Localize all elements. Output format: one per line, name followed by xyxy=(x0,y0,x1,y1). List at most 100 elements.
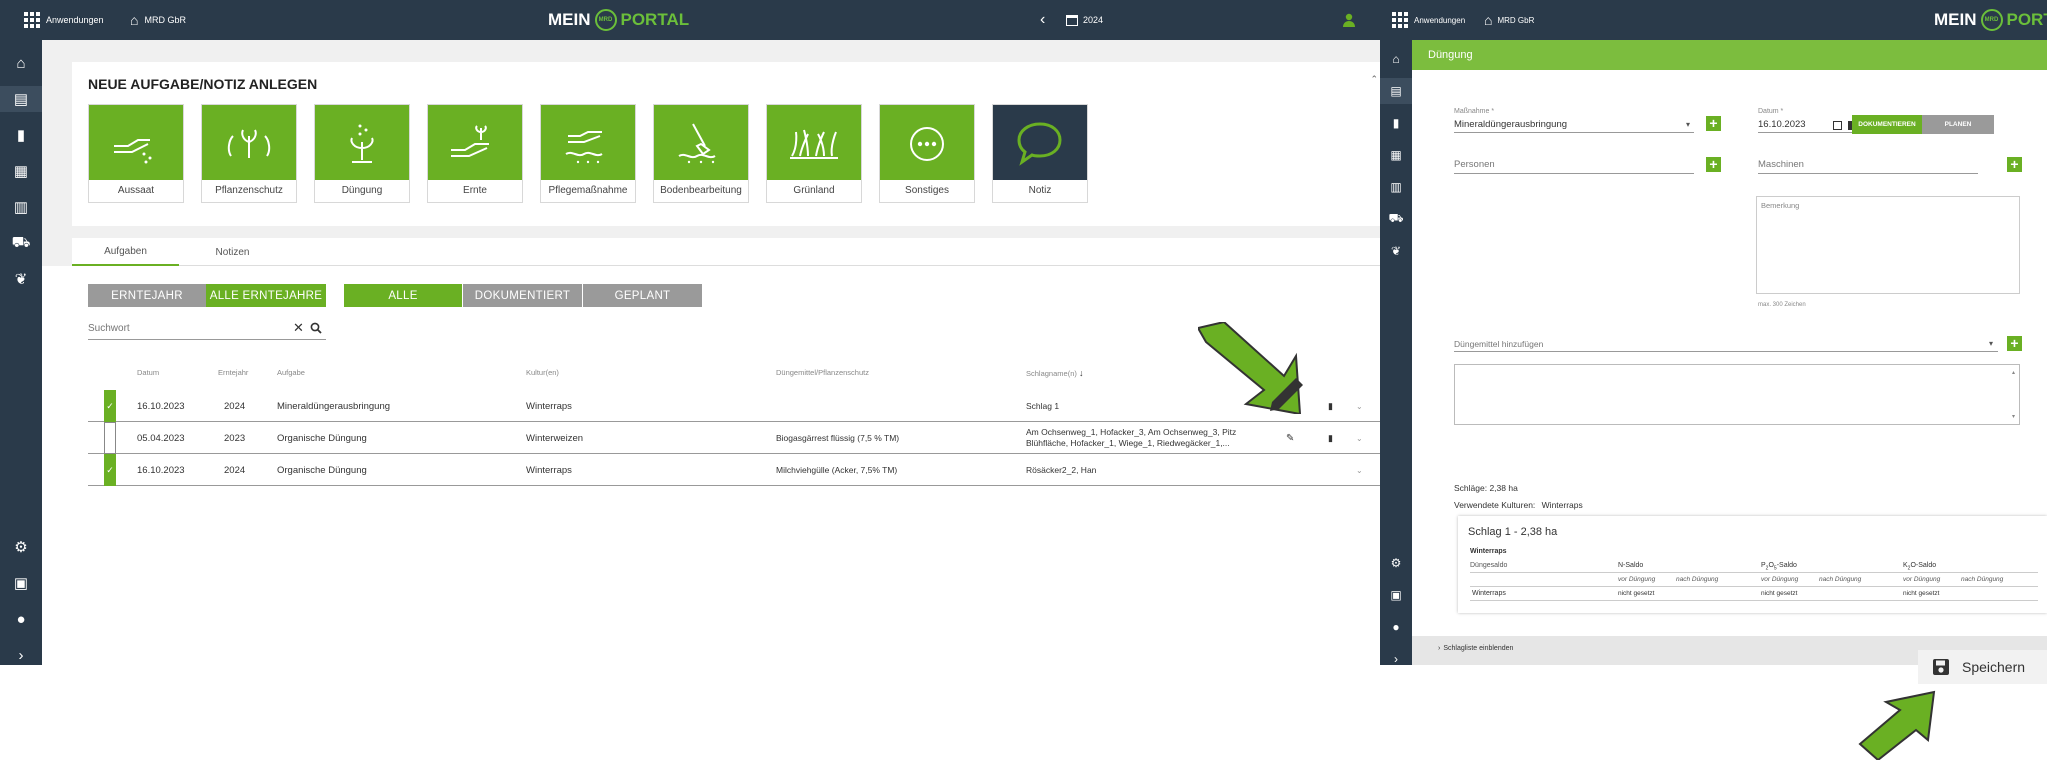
expand-row-chevron-icon[interactable]: ⌄ xyxy=(1356,390,1363,422)
search-field[interactable]: ✕ xyxy=(88,318,326,340)
home-icon[interactable]: ⌂ xyxy=(0,50,42,76)
search-input[interactable] xyxy=(88,318,278,339)
scroll-up-icon[interactable]: ▴ xyxy=(2012,369,2015,376)
add-machine-button[interactable]: + xyxy=(2007,157,2022,172)
tab-aufgaben[interactable]: Aufgaben xyxy=(72,238,179,266)
col-schlag[interactable]: Schlagname(n) ↓ xyxy=(1026,368,1083,378)
toggle-schlagliste[interactable]: › Schlagliste einblenden xyxy=(1438,645,1513,652)
help-icon[interactable]: ● xyxy=(0,606,42,632)
tile-bodenbearbeitung[interactable]: Bodenbearbeitung xyxy=(653,104,749,203)
filter-geplant[interactable]: GEPLANT xyxy=(583,284,702,307)
expand-row-chevron-icon[interactable]: ⌄ xyxy=(1356,454,1363,486)
tractor-icon[interactable]: ⛟ xyxy=(0,230,42,256)
table-row[interactable]: ✓ 16.10.2023 2024 Mineraldüngerausbringung W… xyxy=(88,390,1380,422)
duengemittel-select[interactable]: Düngemittel hinzufügen xyxy=(1454,339,1543,349)
tile-düngung[interactable]: Düngung xyxy=(314,104,410,203)
kulturen-value: Winterraps xyxy=(1541,500,1583,510)
dropdown-arrow-icon[interactable]: ▾ xyxy=(1686,120,1690,129)
maschinen-field[interactable]: Maschinen xyxy=(1758,159,1804,170)
help-icon[interactable]: ● xyxy=(1380,614,1412,640)
tasks-icon[interactable]: ▤ xyxy=(0,86,42,112)
filter-dokumentiert[interactable]: DOKUMENTIERT xyxy=(463,284,582,307)
add-massnahme-button[interactable]: + xyxy=(1706,116,1721,131)
chevron-right-icon: › xyxy=(1438,645,1441,652)
save-button[interactable]: Speichern xyxy=(1918,650,2047,684)
apps-menu-right[interactable]: Anwendungen xyxy=(1392,0,1465,40)
field-icon[interactable]: ▦ xyxy=(0,158,42,184)
col-aufgabe[interactable]: Aufgabe xyxy=(277,368,305,377)
tile-aussaat[interactable]: Aussaat xyxy=(88,104,184,203)
field-icon[interactable]: ▦ xyxy=(1380,142,1412,168)
planen-button[interactable]: PLANEN xyxy=(1922,115,1994,134)
tasks-icon[interactable]: ▤ xyxy=(1380,78,1412,104)
monitor-icon[interactable]: ▣ xyxy=(1380,582,1412,608)
col-datum[interactable]: Datum xyxy=(137,368,159,377)
add-fertilizer-button[interactable]: + xyxy=(2007,336,2022,351)
saldo-col-label: Düngesaldo xyxy=(1470,562,1508,569)
filter-erntejahr[interactable]: ERNTEJAHR xyxy=(88,284,206,307)
settings-icon[interactable]: ⚙ xyxy=(1380,550,1412,576)
tile-grünland[interactable]: Grünland xyxy=(766,104,862,203)
user-icon[interactable] xyxy=(1342,0,1356,40)
prev-year-button[interactable]: ‹ xyxy=(1040,0,1045,40)
clipboard-icon[interactable]: ▮ xyxy=(1380,110,1412,136)
apps-menu[interactable]: Anwendungen xyxy=(24,0,104,40)
table-row[interactable]: 05.04.2023 2023 Organische Düngung Winterwe… xyxy=(88,422,1380,454)
tile-sonstiges[interactable]: Sonstiges xyxy=(879,104,975,203)
portal-logo[interactable]: MEIN MRD PORTAL xyxy=(548,0,689,40)
monitor-icon[interactable]: ▣ xyxy=(0,570,42,596)
search-icon[interactable] xyxy=(310,322,322,334)
massnahme-select[interactable]: Mineraldüngerausbringung xyxy=(1454,119,1567,130)
farm-icon: ⌂ xyxy=(130,12,139,28)
company-selector[interactable]: ⌂ MRD GbR xyxy=(130,0,186,40)
p-saldo-header: P2O5-Saldo xyxy=(1761,562,1797,571)
chart-icon[interactable]: ▥ xyxy=(1380,174,1412,200)
datum-input[interactable]: 16.10.2023 xyxy=(1758,119,1806,130)
tile-notiz[interactable]: Notiz xyxy=(992,104,1088,203)
scroll-down-icon[interactable]: ▾ xyxy=(2012,413,2015,420)
plant-icon[interactable]: ❦ xyxy=(0,266,42,292)
row-checkbox[interactable] xyxy=(104,422,116,454)
expand-icon[interactable]: › xyxy=(0,642,42,665)
personen-field[interactable]: Personen xyxy=(1454,159,1495,170)
home-icon[interactable]: ⌂ xyxy=(1380,46,1412,72)
filter-alle[interactable]: ALLE xyxy=(344,284,462,307)
expand-row-chevron-icon[interactable]: ⌄ xyxy=(1356,422,1363,454)
company-selector-right[interactable]: ⌂ MRD GbR xyxy=(1484,0,1534,40)
tile-ernte[interactable]: Ernte xyxy=(427,104,523,203)
table-row[interactable]: ✓ 16.10.2023 2024 Organische Düngung Winterr… xyxy=(88,454,1380,486)
delete-icon[interactable]: ▮ xyxy=(1328,390,1333,422)
expand-icon[interactable]: › xyxy=(1380,646,1412,665)
chart-icon[interactable]: ▥ xyxy=(0,194,42,220)
col-kultur[interactable]: Kultur(en) xyxy=(526,368,559,377)
tractor-icon[interactable]: ⛟ xyxy=(1380,206,1412,232)
tab-notizen[interactable]: Notizen xyxy=(179,238,286,266)
col-erntejahr[interactable]: Erntejahr xyxy=(218,368,248,377)
clipboard-icon[interactable]: ▮ xyxy=(0,122,42,148)
plant-icon[interactable]: ❦ xyxy=(1380,238,1412,264)
year-selector[interactable]: 2024 xyxy=(1066,0,1103,40)
edit-pencil-icon[interactable]: ✎ xyxy=(1286,422,1294,454)
edit-pencil-large-icon[interactable] xyxy=(1266,372,1308,414)
calendar-icon[interactable] xyxy=(1833,121,1842,130)
tile-pflanzenschutz[interactable]: Pflanzenschutz xyxy=(201,104,297,203)
dropdown-arrow-icon[interactable]: ▾ xyxy=(1989,339,1993,348)
bemerkung-label: Bemerkung xyxy=(1761,201,1800,210)
portal-logo-right[interactable]: MEIN MRD PORTAL xyxy=(1934,0,2047,40)
collapse-chevron-icon[interactable]: ⌃ xyxy=(1370,74,1378,85)
row-checkbox[interactable]: ✓ xyxy=(104,454,116,486)
row-datum: 05.04.2023 xyxy=(137,432,185,444)
delete-icon[interactable]: ▮ xyxy=(1328,422,1333,454)
settings-icon[interactable]: ⚙ xyxy=(0,534,42,560)
dokumentieren-button[interactable]: DOKUMENTIEREN xyxy=(1852,115,1922,134)
filter-alle-erntejahre[interactable]: ALLE ERNTEJAHRE xyxy=(206,284,326,307)
kulturen-summary: Verwendete Kulturen: Winterraps xyxy=(1454,500,1583,510)
fertilizer-list-box[interactable]: ▴ ▾ xyxy=(1454,364,2020,425)
tile-pflegemaßnahme[interactable]: Pflegemaßnahme xyxy=(540,104,636,203)
clear-icon[interactable]: ✕ xyxy=(293,320,304,336)
col-duenger[interactable]: Düngemittel/Pflanzenschutz xyxy=(776,368,869,377)
row-checkbox[interactable]: ✓ xyxy=(104,390,116,422)
add-person-button[interactable]: + xyxy=(1706,157,1721,172)
n-vor: vor Düngung xyxy=(1618,576,1656,583)
bemerkung-textarea[interactable]: Bemerkung xyxy=(1756,196,2020,294)
